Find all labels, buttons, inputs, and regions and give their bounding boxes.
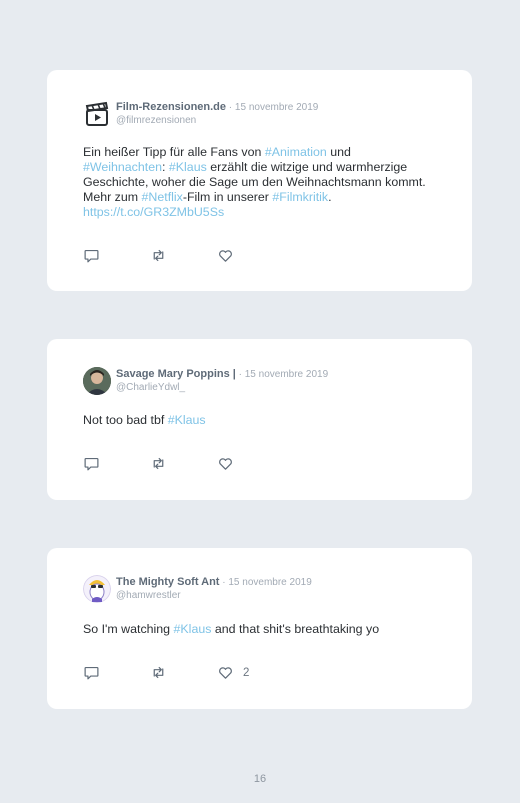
- tweet-text-run: .: [328, 190, 332, 204]
- tweet-actions: [83, 455, 293, 472]
- tweet-card: The Mighty Soft Ant · 15 novembre 2019 @…: [47, 548, 472, 709]
- tweet-header: Savage Mary Poppins | · 15 novembre 2019…: [83, 367, 328, 395]
- retweet-icon[interactable]: [150, 664, 167, 681]
- author-handle[interactable]: @filmrezensionen: [116, 115, 318, 127]
- hashtag-link[interactable]: #Klaus: [168, 413, 206, 427]
- tweet-text-run: und: [326, 145, 351, 159]
- tweet-card: Film-Rezensionen.de · 15 novembre 2019 @…: [47, 70, 472, 291]
- tweet-actions: [83, 247, 293, 264]
- like-icon[interactable]: [217, 455, 243, 472]
- retweet-icon[interactable]: [150, 247, 167, 264]
- like-count: 2: [243, 666, 250, 679]
- tweet-card: Savage Mary Poppins | · 15 novembre 2019…: [47, 339, 472, 500]
- hashtag-link[interactable]: #Filmkritik: [272, 190, 328, 204]
- tweet-text-run: So I'm watching: [83, 622, 174, 636]
- retweet-icon[interactable]: [150, 455, 167, 472]
- reply-icon[interactable]: [83, 455, 100, 472]
- tweet-date[interactable]: · 15 novembre 2019: [219, 577, 312, 588]
- author-handle[interactable]: @CharlieYdwl_: [116, 382, 328, 394]
- tweet-header: Film-Rezensionen.de · 15 novembre 2019 @…: [83, 100, 318, 128]
- like-icon[interactable]: [217, 247, 243, 264]
- page-number: 16: [253, 773, 267, 785]
- like-icon[interactable]: 2: [217, 664, 249, 681]
- tweet-text: Not too bad tbf #Klaus: [83, 413, 436, 428]
- user-photo-avatar[interactable]: [83, 367, 111, 395]
- tweet-link[interactable]: https://t.co/GR3ZMbU5Ss: [83, 205, 224, 219]
- cartoon-avatar[interactable]: [83, 575, 111, 603]
- author-name[interactable]: The Mighty Soft Ant: [116, 576, 219, 588]
- reply-icon[interactable]: [83, 247, 100, 264]
- tweet-text-run: and that shit's breathtaking yo: [211, 622, 380, 636]
- tweet-date[interactable]: · 15 novembre 2019: [236, 369, 329, 380]
- clapperboard-icon[interactable]: [83, 100, 111, 128]
- hashtag-link[interactable]: #Weihnachten: [83, 160, 162, 174]
- reply-icon[interactable]: [83, 664, 100, 681]
- hashtag-link[interactable]: #Netflix: [142, 190, 183, 204]
- author-name[interactable]: Savage Mary Poppins |: [116, 368, 236, 380]
- hashtag-link[interactable]: #Animation: [265, 145, 327, 159]
- hashtag-link[interactable]: #Klaus: [174, 622, 212, 636]
- tweet-text-run: :: [162, 160, 169, 174]
- author-name[interactable]: Film-Rezensionen.de: [116, 101, 226, 113]
- tweet-text-run: -Film in unserer: [182, 190, 273, 204]
- tweet-text: So I'm watching #Klaus and that shit's b…: [83, 622, 436, 637]
- tweet-text-run: Ein heißer Tipp für alle Fans von: [83, 145, 265, 159]
- tweet-date[interactable]: · 15 novembre 2019: [226, 102, 319, 113]
- tweet-actions: 2: [83, 664, 299, 681]
- tweet-text: Ein heißer Tipp für alle Fans von #Anima…: [83, 145, 436, 220]
- author-handle[interactable]: @hamwrestler: [116, 590, 312, 602]
- hashtag-link[interactable]: #Klaus: [169, 160, 207, 174]
- tweet-text-run: Not too bad tbf: [83, 413, 168, 427]
- tweet-header: The Mighty Soft Ant · 15 novembre 2019 @…: [83, 575, 312, 603]
